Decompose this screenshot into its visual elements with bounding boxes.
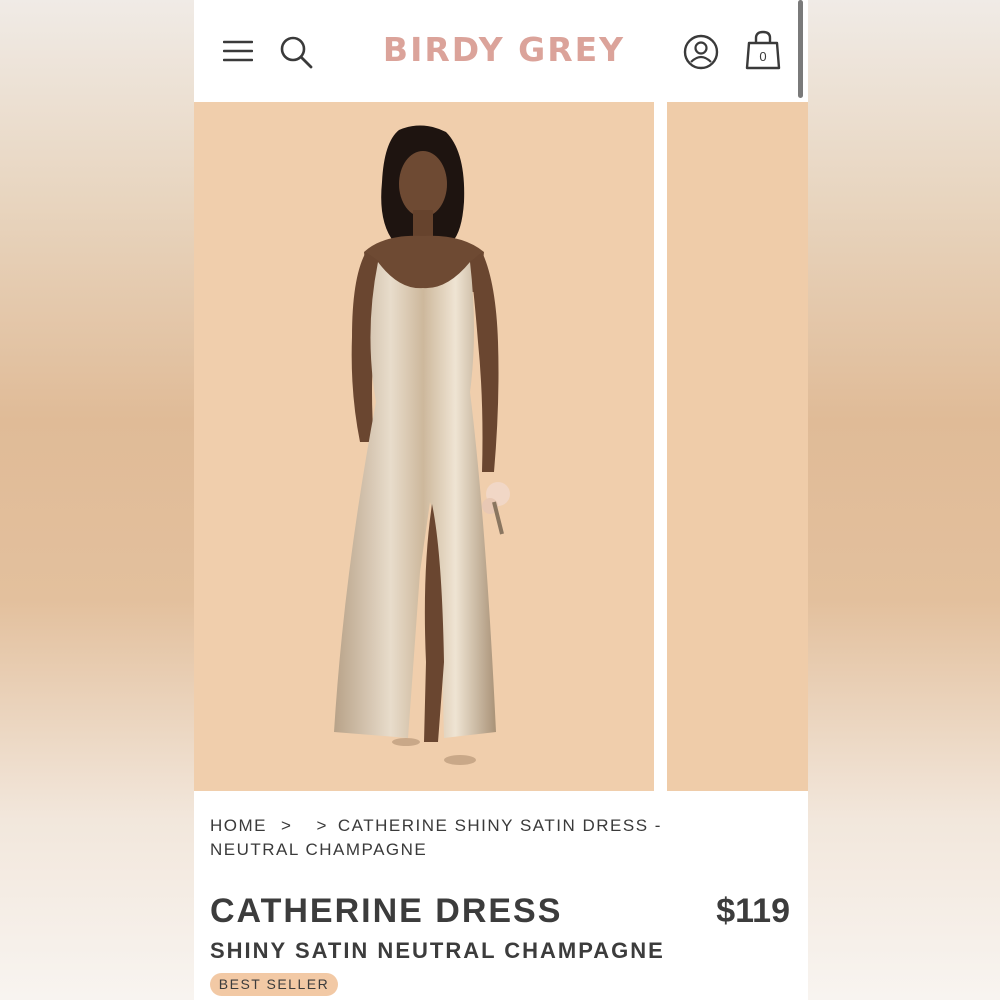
background-blur-left bbox=[0, 0, 194, 1000]
product-photo-main[interactable] bbox=[194, 102, 654, 791]
mobile-product-page: BIRDY GREY 0 HOME > > CATHERINE SHINY SA… bbox=[194, 0, 808, 1000]
scrollbar[interactable] bbox=[798, 0, 803, 98]
brand-logo[interactable]: BIRDY GREY bbox=[354, 30, 654, 69]
shopping-bag-icon: 0 bbox=[745, 30, 781, 70]
breadcrumb-separator: > bbox=[281, 816, 293, 835]
product-subtitle: SHINY SATIN NEUTRAL CHAMPAGNE bbox=[210, 938, 665, 963]
product-image-gallery[interactable] bbox=[194, 102, 808, 791]
menu-icon bbox=[223, 40, 253, 62]
menu-button[interactable] bbox=[220, 34, 256, 68]
breadcrumb-home[interactable]: HOME bbox=[210, 816, 267, 835]
background-blur-right bbox=[808, 0, 1000, 1000]
search-button[interactable] bbox=[276, 32, 316, 72]
best-seller-badge: BEST SELLER bbox=[210, 973, 338, 996]
product-photo-next[interactable] bbox=[667, 102, 808, 791]
breadcrumb-separator: > bbox=[316, 816, 328, 835]
product-price: $119 bbox=[716, 892, 790, 930]
model-in-dress-image bbox=[334, 125, 510, 765]
site-header: BIRDY GREY 0 bbox=[194, 0, 808, 102]
search-icon bbox=[280, 36, 313, 69]
breadcrumb-current: CATHERINE SHINY SATIN DRESS - NEUTRAL CH… bbox=[210, 816, 662, 859]
account-button[interactable] bbox=[682, 33, 720, 71]
cart-count: 0 bbox=[759, 49, 766, 64]
cart-button[interactable]: 0 bbox=[742, 28, 784, 72]
product-title: CATHERINE DRESS bbox=[210, 892, 563, 930]
account-icon bbox=[683, 34, 719, 70]
breadcrumb: HOME > > CATHERINE SHINY SATIN DRESS - NEUT… bbox=[210, 814, 750, 862]
